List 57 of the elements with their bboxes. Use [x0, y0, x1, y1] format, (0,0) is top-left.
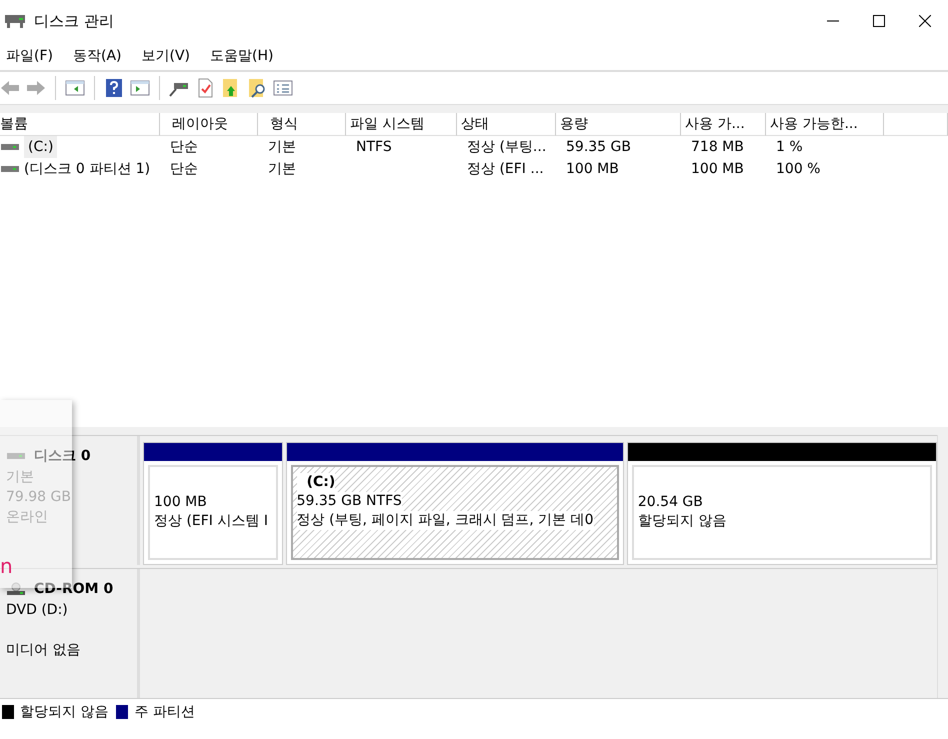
column-header-filler [884, 113, 948, 136]
maximize-icon [873, 15, 885, 27]
table-cell-text: 정상 (부팅... [467, 138, 546, 157]
legend-label: 할당되지 않음 [20, 703, 108, 721]
close-icon [919, 15, 931, 27]
partition-block[interactable]: 100 MB 정상 (EFI 시스템 I [148, 465, 278, 560]
column-header[interactable]: 형식 [258, 113, 346, 136]
folder-search-icon[interactable] [247, 78, 267, 98]
disk-detail: 온라인 [6, 508, 49, 527]
column-header[interactable]: 용량 [556, 113, 681, 136]
panel-text: n [0, 554, 13, 578]
column-header[interactable]: 파일 시스템 [346, 113, 457, 136]
disk-detail: 미디어 없음 [6, 641, 82, 660]
menu-item[interactable]: 도움말(H) [208, 47, 282, 65]
table-cell-text: 정상 (EFI ... [467, 160, 544, 179]
console-tree-icon[interactable] [65, 78, 85, 98]
back-arrow-icon[interactable] [0, 78, 20, 98]
disk-detail: 기본 [6, 468, 35, 487]
menu-item[interactable]: 파일(F) [4, 47, 61, 65]
cd-drive-icon [6, 582, 26, 596]
table-cell-text: NTFS [356, 138, 392, 157]
table-cell-text: 기본 [268, 160, 296, 179]
table-cell-text: 1 % [776, 138, 803, 157]
checklist-icon[interactable] [273, 78, 293, 98]
disk-detail: DVD (D:) [6, 601, 69, 620]
drive-icon [0, 142, 20, 152]
table-cell-text: 단순 [170, 138, 198, 157]
column-header[interactable]: 사용 가... [681, 113, 766, 136]
partition-label: (C:) [296, 473, 336, 492]
column-header[interactable]: 레이아웃 [160, 113, 258, 136]
volume-name[interactable]: (디스크 0 파티션 1) [24, 158, 150, 180]
window-title: 디스크 관리 [34, 12, 115, 30]
partition-block[interactable]: 20.54 GB 할당되지 않음 [632, 465, 932, 560]
table-cell-text: 100 % [776, 160, 820, 179]
action-pane-icon[interactable] [130, 78, 150, 98]
partition-block[interactable]: (C:) 59.35 GB NTFS 정상 (부팅, 페이지 파일, 크래시 덤프, 기본 데0 [290, 465, 619, 560]
help-icon[interactable] [104, 78, 124, 98]
disk-detail: 79.98 GB [6, 488, 72, 507]
disk-drive-icon [4, 13, 26, 29]
table-cell-text: 100 MB [566, 160, 619, 179]
disk-name: 디스크 0 [34, 447, 91, 466]
table-cell-text: 718 MB [691, 138, 744, 157]
legend-label: 주 파티션 [134, 703, 195, 721]
disk-name: CD-ROM 0 [34, 580, 114, 599]
partition-size: 59.35 GB NTFS [296, 492, 402, 511]
column-header[interactable]: 상태 [457, 113, 556, 136]
column-header[interactable]: 사용 가능한... [766, 113, 884, 136]
menu-item[interactable]: 보기(V) [140, 47, 198, 65]
menu-item[interactable]: 동작(A) [70, 47, 130, 65]
table-cell-text: 기본 [268, 138, 296, 157]
forward-arrow-icon[interactable] [26, 78, 46, 98]
volume-name[interactable]: (C:) [24, 136, 58, 158]
drive-icon [0, 164, 20, 174]
partition-status: 정상 (부팅, 페이지 파일, 크래시 덤프, 기본 데0 [296, 511, 594, 530]
table-cell-text: 59.35 GB [566, 138, 631, 157]
table-cell-text: 단순 [170, 160, 198, 179]
table-cell-text: 100 MB [691, 160, 744, 179]
